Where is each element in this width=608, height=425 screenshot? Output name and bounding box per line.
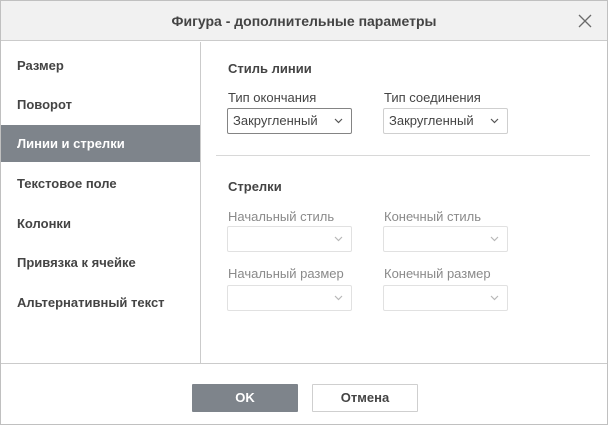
close-button[interactable] bbox=[577, 13, 593, 29]
end-size-label: Конечный размер bbox=[384, 266, 491, 281]
cancel-button[interactable]: Отмена bbox=[312, 384, 418, 412]
end-size-select bbox=[383, 285, 508, 311]
advanced-settings-dialog: Фигура - дополнительные параметры Размер… bbox=[0, 0, 608, 425]
begin-style-label: Начальный стиль bbox=[228, 209, 335, 224]
chevron-down-icon bbox=[334, 118, 343, 124]
chevron-down-icon bbox=[490, 236, 499, 242]
begin-size-label: Начальный размер bbox=[228, 266, 344, 281]
chevron-down-icon bbox=[490, 118, 499, 124]
end-style-select bbox=[383, 226, 508, 252]
line-style-heading: Стиль линии bbox=[228, 61, 312, 76]
begin-size-select bbox=[227, 285, 352, 311]
section-divider bbox=[216, 155, 590, 156]
dialog-title-bar: Фигура - дополнительные параметры bbox=[1, 1, 607, 41]
dialog-footer: OK Отмена bbox=[1, 363, 607, 424]
begin-style-select bbox=[227, 226, 352, 252]
sidebar-item-text-box[interactable]: Текстовое поле bbox=[1, 165, 200, 202]
cap-type-label: Тип окончания bbox=[228, 90, 317, 105]
ok-button[interactable]: OK bbox=[192, 384, 298, 412]
sidebar-item-columns[interactable]: Колонки bbox=[1, 205, 200, 242]
sidebar-item-rotation[interactable]: Поворот bbox=[1, 86, 200, 123]
join-type-value: Закругленный bbox=[389, 113, 474, 128]
join-type-select[interactable]: Закругленный bbox=[383, 108, 508, 134]
end-style-label: Конечный стиль bbox=[384, 209, 482, 224]
settings-sidebar: Размер Поворот Линии и стрелки Текстовое… bbox=[1, 42, 201, 363]
sidebar-item-size[interactable]: Размер bbox=[1, 47, 200, 84]
close-icon bbox=[578, 14, 592, 28]
join-type-label: Тип соединения bbox=[384, 90, 481, 105]
sidebar-item-lines-arrows[interactable]: Линии и стрелки bbox=[1, 125, 200, 162]
lines-arrows-panel: Стиль линии Тип окончания Закругленный Т… bbox=[202, 42, 607, 363]
cap-type-value: Закругленный bbox=[233, 113, 318, 128]
cap-type-select[interactable]: Закругленный bbox=[227, 108, 352, 134]
arrows-heading: Стрелки bbox=[228, 179, 282, 194]
chevron-down-icon bbox=[490, 295, 499, 301]
sidebar-item-alt-text[interactable]: Альтернативный текст bbox=[1, 284, 200, 321]
sidebar-item-cell-snapping[interactable]: Привязка к ячейке bbox=[1, 244, 200, 281]
dialog-title: Фигура - дополнительные параметры bbox=[171, 13, 437, 29]
chevron-down-icon bbox=[334, 236, 343, 242]
chevron-down-icon bbox=[334, 295, 343, 301]
